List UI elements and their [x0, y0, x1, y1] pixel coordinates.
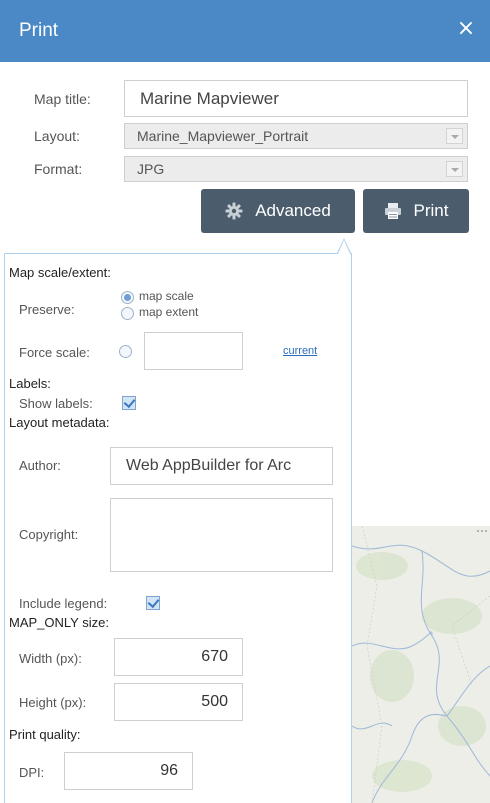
map-attribution-dots	[476, 521, 488, 532]
author-label: Author:	[19, 458, 61, 473]
format-select[interactable]: JPG	[124, 156, 468, 182]
chevron-down-icon[interactable]	[446, 161, 463, 177]
preserve-map-extent-label: map extent	[139, 305, 199, 319]
map-only-heading: MAP_ONLY size:	[9, 615, 109, 630]
layout-select[interactable]: Marine_Mapviewer_Portrait	[124, 123, 468, 149]
width-input[interactable]: 670	[114, 638, 243, 676]
map-canvas[interactable]	[352, 526, 490, 803]
layout-metadata-heading: Layout metadata:	[9, 415, 110, 430]
map-terrain	[352, 526, 490, 803]
advanced-button[interactable]: Advanced	[201, 189, 355, 233]
close-icon[interactable]: ×	[454, 17, 478, 41]
preserve-label: Preserve:	[19, 302, 75, 317]
panel-pointer-fill	[338, 240, 350, 254]
format-select-value: JPG	[137, 161, 165, 177]
author-input[interactable]: Web AppBuilder for Arc	[110, 447, 333, 485]
scale-extent-heading: Map scale/extent:	[9, 265, 111, 280]
include-legend-checkbox[interactable]	[146, 596, 160, 610]
show-labels-label: Show labels:	[19, 396, 93, 411]
layout-label: Layout:	[34, 128, 80, 144]
force-scale-radio[interactable]	[119, 345, 132, 358]
show-labels-checkbox[interactable]	[122, 396, 136, 410]
print-button[interactable]: Print	[363, 189, 469, 233]
format-label: Format:	[34, 161, 83, 177]
height-label: Height (px):	[19, 695, 87, 710]
advanced-panel: Map scale/extent: Preserve: map scale ma…	[4, 253, 352, 803]
labels-heading: Labels:	[9, 376, 51, 391]
width-label: Width (px):	[19, 651, 82, 666]
force-scale-input[interactable]	[144, 332, 243, 370]
force-scale-label: Force scale:	[19, 345, 90, 360]
printer-icon	[384, 203, 401, 219]
layout-select-value: Marine_Mapviewer_Portrait	[137, 128, 309, 144]
advanced-button-label: Advanced	[255, 201, 331, 220]
preserve-map-scale-radio[interactable]	[121, 291, 134, 304]
preserve-map-extent-radio[interactable]	[121, 307, 134, 320]
include-legend-label: Include legend:	[19, 596, 108, 611]
dpi-input[interactable]: 96	[64, 752, 193, 790]
height-input[interactable]: 500	[114, 683, 243, 721]
map-title-label: Map title:	[34, 91, 91, 107]
dialog-title: Print	[19, 20, 59, 41]
map-title-input[interactable]: Marine Mapviewer	[124, 80, 468, 117]
chevron-down-icon[interactable]	[446, 128, 463, 144]
preserve-map-scale-label: map scale	[139, 289, 194, 303]
gear-icon	[225, 202, 243, 220]
current-scale-link[interactable]: current	[283, 345, 317, 357]
dpi-label: DPI:	[19, 765, 45, 780]
print-quality-heading: Print quality:	[9, 727, 81, 742]
dialog-header: Print ×	[0, 0, 490, 62]
print-button-label: Print	[413, 201, 449, 220]
copyright-input[interactable]	[110, 498, 333, 572]
copyright-label: Copyright:	[19, 527, 79, 542]
